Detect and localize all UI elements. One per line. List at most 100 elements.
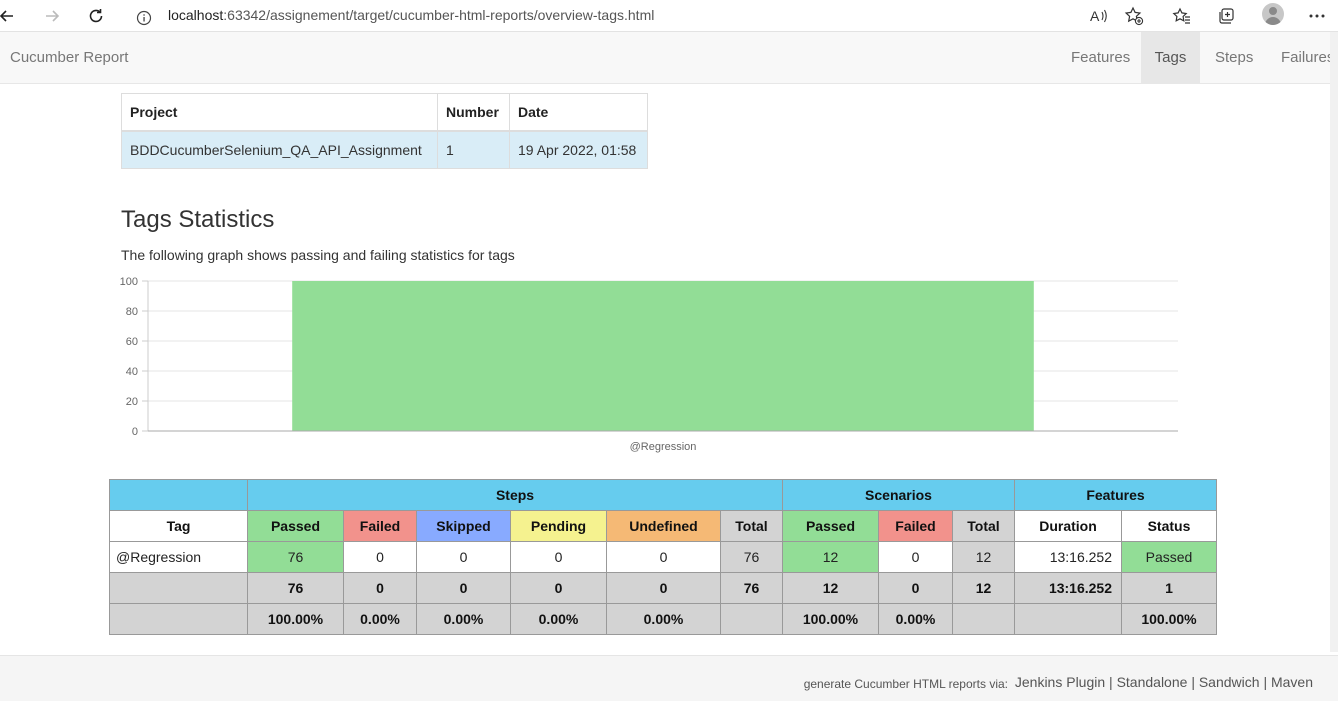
nav-steps[interactable]: Steps [1200,32,1268,83]
cell-scenarios-total: 12 [952,541,1015,573]
total-cell: 12 [782,572,879,604]
col-tag[interactable]: Tag [109,510,248,542]
cell-steps-skipped: 0 [416,541,511,573]
cell-steps-undefined: 0 [606,541,721,573]
collections-icon[interactable] [1213,3,1239,29]
totals-row: 76 0 0 0 0 76 12 0 12 13:16.252 1 [109,572,1217,604]
project-header: Project [121,93,438,132]
more-menu-icon[interactable] [1304,3,1330,29]
tags-stats-table: Steps Scenarios Features Tag Passed Fail… [109,479,1217,635]
total-cell: 0 [606,572,721,604]
cell-duration: 13:16.252 [1014,541,1122,573]
group-header-row: Steps Scenarios Features [109,479,1217,511]
site-info-icon[interactable] [136,7,152,35]
percent-row: 100.00% 0.00% 0.00% 0.00% 0.00% 100.00% … [109,603,1217,635]
url-path: :63342/assignement/target/cucumber-html-… [223,7,655,23]
total-cell: 0 [416,572,511,604]
page-subtitle: The following graph shows passing and fa… [121,247,515,263]
total-cell: 0 [510,572,607,604]
date-header: Date [509,93,648,132]
scrollbar-track[interactable] [1330,32,1338,652]
col-steps-pending[interactable]: Pending [510,510,607,542]
col-scenarios-passed[interactable]: Passed [782,510,879,542]
bar-Regression [292,281,1034,431]
col-status[interactable]: Status [1121,510,1217,542]
cell-steps-passed: 76 [247,541,344,573]
footer-link-sandwich[interactable]: Sandwich [1199,674,1260,690]
total-cell [109,572,248,604]
number-header: Number [437,93,510,132]
profile-avatar[interactable] [1262,3,1284,25]
group-features: Features [1014,479,1217,511]
percent-cell: 0.00% [606,603,721,635]
chart-bars [292,281,1034,431]
address-bar[interactable]: localhost:63342/assignement/target/cucum… [124,1,1154,29]
x-tick-label: @Regression [630,441,697,453]
group-steps: Steps [247,479,783,511]
percent-cell: 100.00% [782,603,879,635]
col-steps-undefined[interactable]: Undefined [606,510,721,542]
col-steps-total[interactable]: Total [720,510,783,542]
percent-cell: 0.00% [343,603,417,635]
percent-cell: 100.00% [1121,603,1217,635]
brand-link[interactable]: Cucumber Report [10,32,128,84]
percent-cell: 0.00% [416,603,511,635]
nav-features[interactable]: Features [1056,32,1145,83]
project-date: 19 Apr 2022, 01:58 [509,130,648,169]
footer-links: Jenkins Plugin | Standalone | Sandwich |… [1015,674,1313,690]
total-cell: 0 [343,572,417,604]
cell-scenarios-failed: 0 [878,541,953,573]
tag-link[interactable]: @Regression [109,541,248,573]
page-footer: generate Cucumber HTML reports via: Jenk… [0,655,1338,701]
back-arrow-icon[interactable] [0,3,20,29]
favorites-icon[interactable] [1169,3,1195,29]
percent-cell [952,603,1015,635]
report-navbar: Cucumber Report Features Tags Steps Fail… [0,32,1338,84]
y-tick-label: 0 [132,426,138,438]
forward-arrow-icon[interactable] [39,3,65,29]
percent-cell [1014,603,1122,635]
x-axis: @Regression [148,430,1178,453]
table-row: @Regression 76 0 0 0 0 76 12 0 12 13:16.… [109,541,1217,573]
project-number: 1 [437,130,510,169]
col-steps-failed[interactable]: Failed [343,510,417,542]
project-info-table: Project Number Date BDDCucumberSelenium_… [121,93,648,169]
y-tick-label: 100 [120,276,138,288]
percent-cell [720,603,783,635]
total-cell: 76 [720,572,783,604]
group-scenarios: Scenarios [782,479,1015,511]
total-cell: 1 [1121,572,1217,604]
percent-cell: 100.00% [247,603,344,635]
project-row: BDDCucumberSelenium_QA_API_Assignment 1 … [121,130,648,169]
footer-link-maven[interactable]: Maven [1271,674,1313,690]
browser-toolbar: localhost:63342/assignement/target/cucum… [0,0,1338,32]
y-tick-label: 20 [126,396,138,408]
nav-tags[interactable]: Tags [1141,32,1200,83]
column-header-row: Tag Passed Failed Skipped Pending Undefi… [109,510,1217,542]
total-cell: 12 [952,572,1015,604]
cell-steps-failed: 0 [343,541,417,573]
total-cell: 13:16.252 [1014,572,1122,604]
col-steps-skipped[interactable]: Skipped [416,510,511,542]
y-tick-label: 60 [126,336,138,348]
y-tick-label: 80 [126,306,138,318]
footer-link-jenkins[interactable]: Jenkins Plugin [1015,674,1105,690]
group-empty [109,479,248,511]
read-aloud-icon[interactable]: A [1086,3,1112,29]
total-cell: 76 [247,572,344,604]
col-scenarios-failed[interactable]: Failed [878,510,953,542]
favorite-add-icon[interactable] [1121,3,1147,29]
footer-separator: | [1263,674,1268,690]
url-text[interactable]: localhost:63342/assignement/target/cucum… [168,1,654,29]
col-duration[interactable]: Duration [1014,510,1122,542]
footer-link-standalone[interactable]: Standalone [1117,674,1188,690]
col-scenarios-total[interactable]: Total [952,510,1015,542]
reload-icon[interactable] [83,3,109,29]
cell-status: Passed [1121,541,1217,573]
col-steps-passed[interactable]: Passed [247,510,344,542]
footer-separator: | [1191,674,1195,690]
tags-chart: 0 20 40 60 80 100 @Regression [120,276,1178,453]
percent-cell: 0.00% [878,603,953,635]
y-tick-label: 40 [126,366,138,378]
nav-failures[interactable]: Failures [1266,32,1338,83]
